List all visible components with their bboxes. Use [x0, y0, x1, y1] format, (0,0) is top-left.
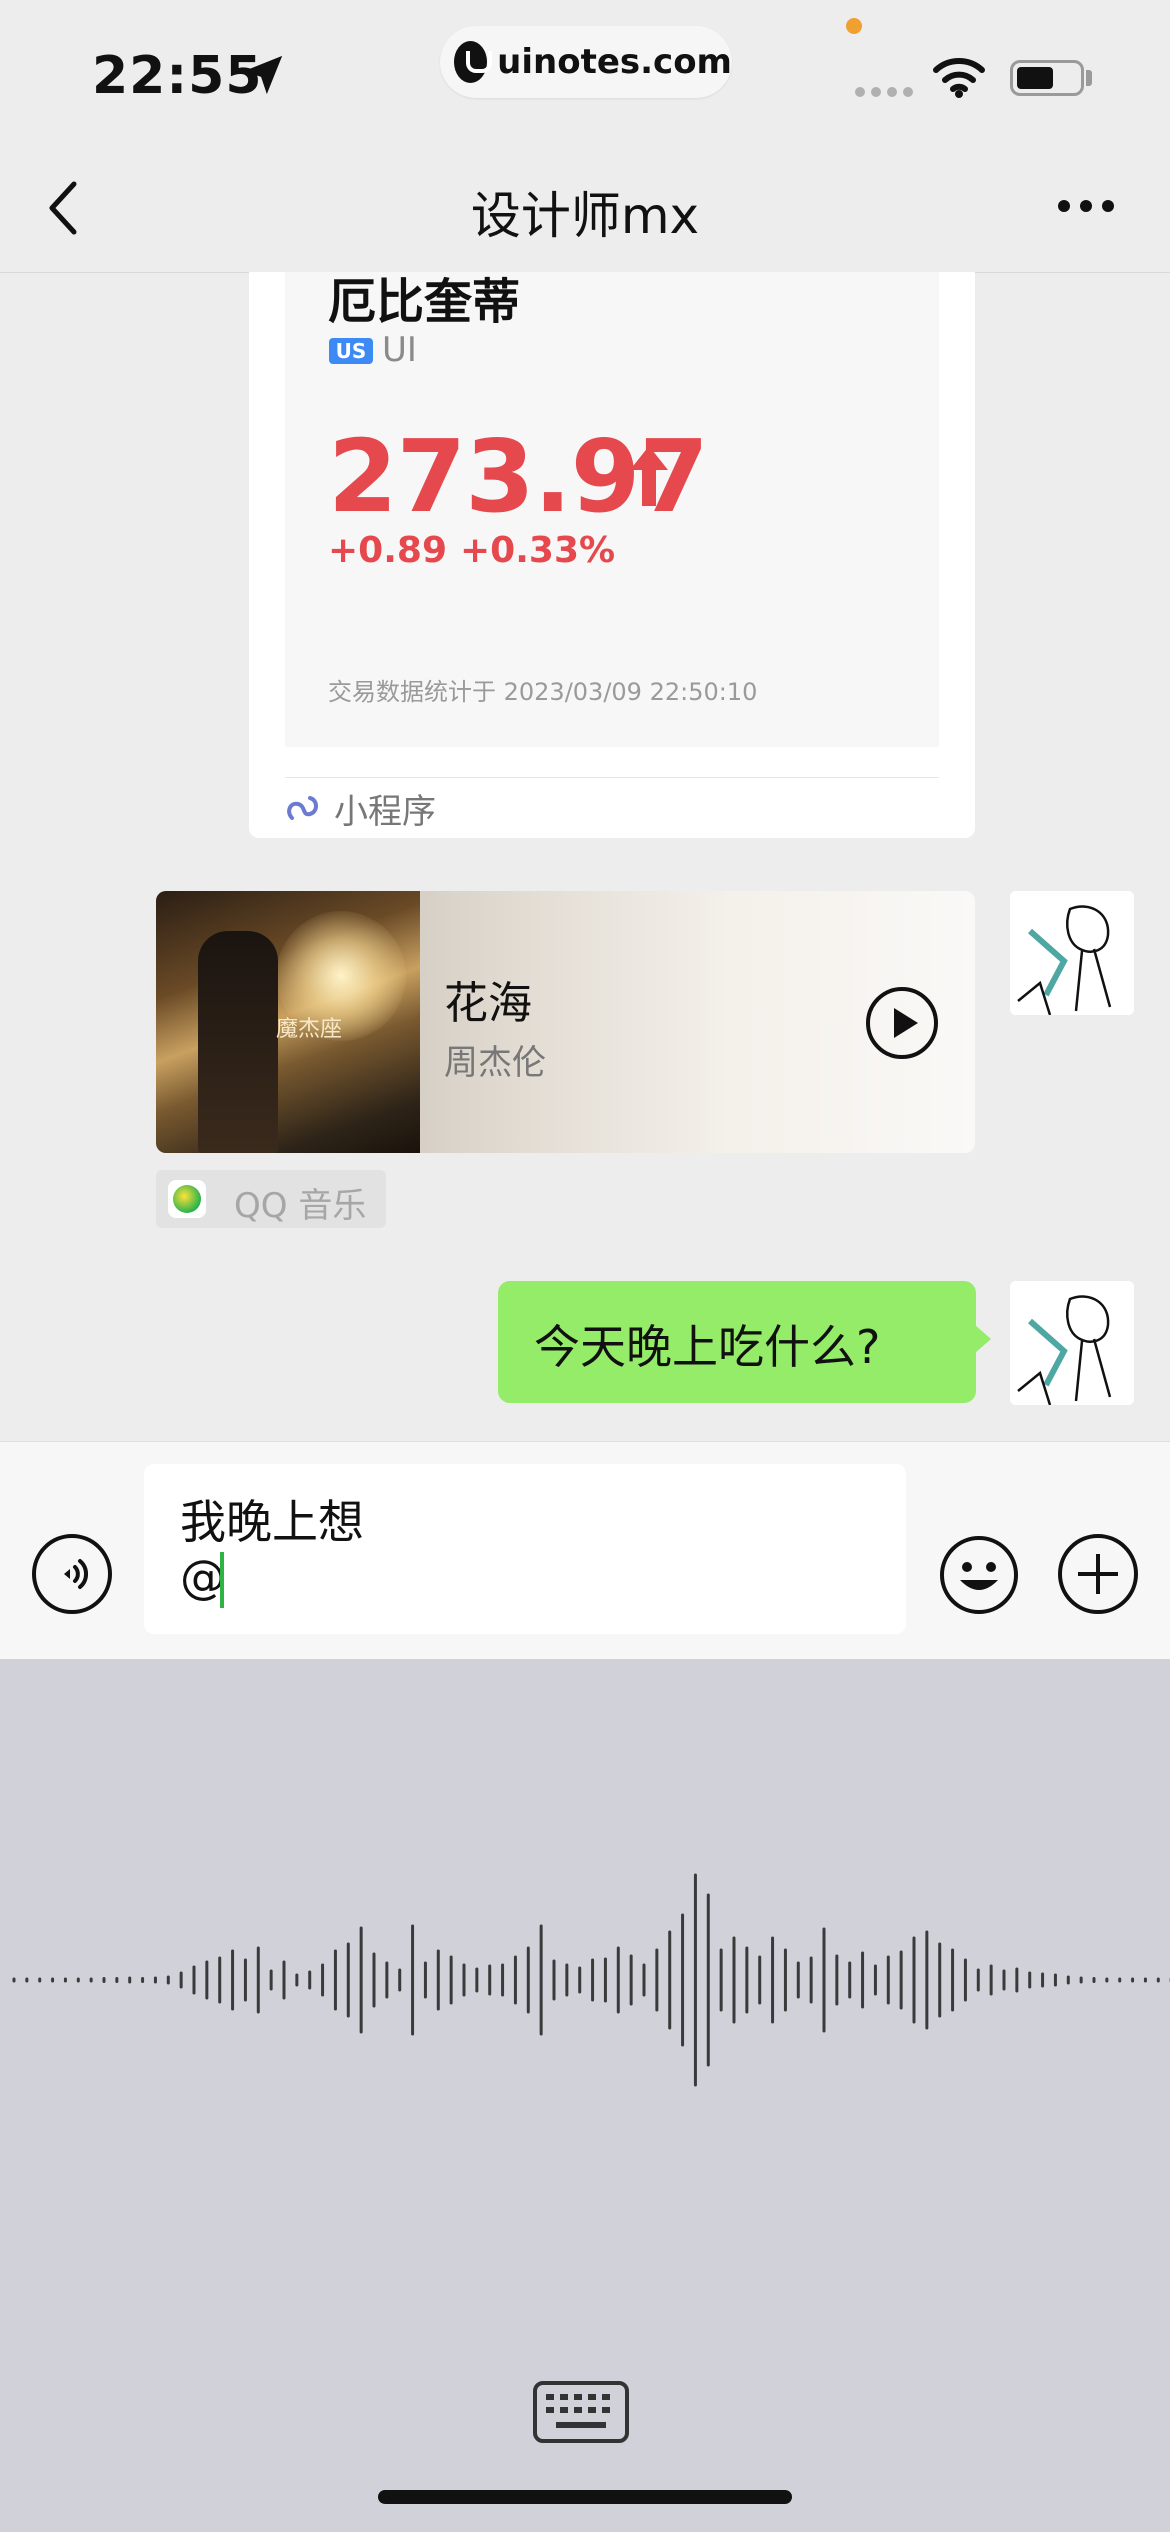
url-pill[interactable]: uinotes.com	[440, 26, 732, 98]
avatar[interactable]	[1010, 891, 1134, 1015]
status-time: 22:55	[92, 46, 263, 106]
input-text-line1: 我晚上想	[180, 1495, 364, 1549]
battery-icon	[1010, 60, 1084, 96]
song-artist: 周杰伦	[444, 1043, 546, 1083]
battery-tip	[1086, 70, 1092, 86]
site-logo-icon	[454, 41, 493, 83]
price-change-percent: +0.33%	[460, 530, 616, 571]
market-badge: US	[329, 338, 373, 364]
album-figure	[198, 931, 278, 1153]
music-source-label: QQ 音乐	[234, 1186, 367, 1226]
song-title: 花海	[444, 978, 532, 1029]
bubble-tail	[975, 1325, 991, 1353]
price-change: +0.89	[328, 530, 447, 571]
message-text: 今天晚上吃什么?	[534, 1320, 881, 1374]
emoji-icon[interactable]	[938, 1534, 1020, 1616]
divider	[285, 777, 939, 778]
music-source-badge[interactable]: QQ 音乐	[156, 1170, 386, 1228]
mini-program-label: 小程序	[334, 792, 436, 832]
play-button[interactable]	[866, 987, 938, 1059]
privacy-indicator	[846, 18, 862, 34]
url-text: uinotes.com	[497, 42, 732, 82]
market-code: UI	[382, 330, 417, 370]
stock-name: 厄比奎蒂	[328, 274, 521, 330]
plus-icon[interactable]	[1058, 1534, 1138, 1614]
wifi-icon	[933, 58, 985, 98]
home-indicator	[378, 2490, 792, 2504]
qq-music-icon	[168, 1180, 206, 1218]
album-cover: 魔杰座	[156, 891, 420, 1153]
keyboard-icon[interactable]	[532, 2380, 630, 2444]
cellular-signal-icon	[855, 87, 913, 97]
page-title: 设计师mx	[470, 187, 700, 245]
music-card[interactable]: 魔杰座 花海 周杰伦	[156, 891, 975, 1153]
voice-waveform	[12, 1873, 1170, 2087]
message-input[interactable]: 我晚上想 @	[144, 1464, 906, 1634]
trade-timestamp: 交易数据统计于 2023/03/09 22:50:10	[328, 678, 758, 706]
album-title: 魔杰座	[276, 1017, 343, 1042]
more-horizontal-icon[interactable]	[1056, 198, 1116, 214]
up-arrow-icon	[630, 446, 668, 506]
message-bubble[interactable]: 今天晚上吃什么?	[498, 1281, 976, 1403]
mini-program-icon	[287, 796, 318, 820]
text-caret	[220, 1552, 224, 1608]
avatar[interactable]	[1010, 1281, 1134, 1405]
voice-icon	[64, 1559, 88, 1589]
location-arrow-icon	[243, 55, 283, 95]
play-icon	[894, 1008, 918, 1038]
voice-button[interactable]	[32, 1534, 112, 1614]
